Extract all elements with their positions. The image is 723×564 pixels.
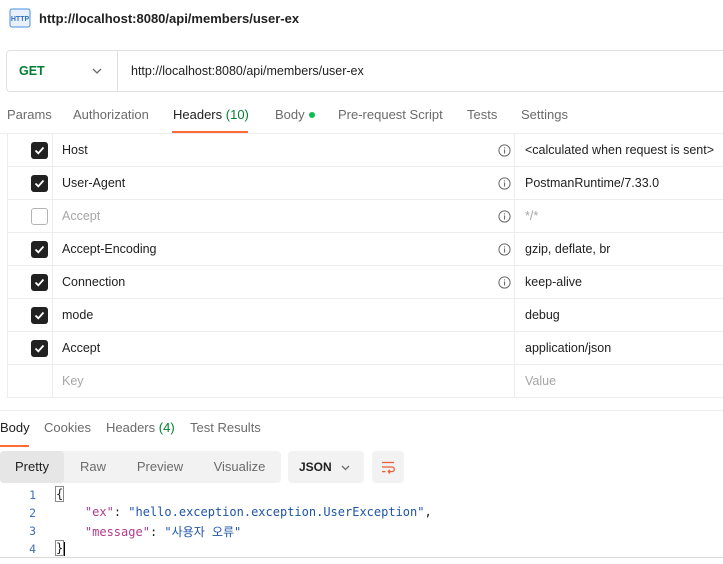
active-tab-indicator — [172, 131, 248, 133]
header-key[interactable]: Accept-Encoding — [62, 242, 157, 256]
json-comma: , — [424, 505, 432, 519]
line-number: 1 — [29, 488, 36, 502]
check-icon — [34, 311, 45, 320]
json-string: "hello.exception.exception.UserException… — [128, 505, 425, 519]
header-value[interactable]: application/json — [525, 341, 611, 355]
check-icon — [34, 245, 45, 254]
code-line: 3 "message": "사용자 오류" — [0, 522, 723, 540]
header-checkbox[interactable] — [31, 241, 48, 258]
response-tab-headers[interactable]: Headers (4) — [106, 420, 175, 435]
json-string: "사용자 오류" — [164, 525, 242, 539]
method-label: GET — [19, 64, 45, 78]
header-key[interactable]: Connection — [62, 275, 125, 289]
wrap-lines-icon — [382, 461, 395, 474]
json-brace: { — [54, 486, 65, 502]
http-file-icon: HTTP — [9, 8, 31, 28]
header-row: Accept-Encoding gzip, deflate, br — [7, 233, 723, 266]
header-value[interactable]: debug — [525, 308, 560, 322]
check-icon — [34, 179, 45, 188]
header-row: Host <calculated when request is sent> — [7, 134, 723, 167]
json-key: "ex" — [84, 505, 114, 519]
view-mode-selector: Pretty Raw Preview Visualize — [0, 451, 281, 483]
header-row: Accept */* — [7, 200, 723, 233]
info-icon[interactable] — [498, 276, 511, 289]
method-selector[interactable]: GET — [7, 51, 118, 91]
url-bar: GET http://localhost:8080/api/members/us… — [6, 50, 723, 92]
header-value[interactable]: */* — [525, 209, 538, 223]
request-title-bar: HTTP http://localhost:8080/api/members/u… — [0, 0, 723, 38]
new-header-row: Key Value — [7, 365, 723, 398]
header-key[interactable]: Host — [62, 143, 88, 157]
request-tabs: Params Authorization Headers (10) Body P… — [0, 100, 723, 134]
tab-params[interactable]: Params — [7, 107, 52, 122]
response-tab-headers-count: (4) — [158, 420, 175, 435]
response-tab-test-results[interactable]: Test Results — [190, 420, 261, 435]
header-checkbox[interactable] — [31, 274, 48, 291]
header-row: Accept application/json — [7, 332, 723, 365]
check-icon — [34, 146, 45, 155]
line-number: 3 — [29, 524, 36, 538]
check-icon — [34, 278, 45, 287]
json-brace: } — [54, 540, 65, 556]
header-key[interactable]: Accept — [62, 341, 100, 355]
header-value[interactable]: gzip, deflate, br — [525, 242, 610, 256]
response-tab-cookies[interactable]: Cookies — [44, 420, 91, 435]
text-caret — [63, 541, 65, 556]
format-dropdown[interactable]: JSON — [288, 451, 364, 483]
tab-authorization[interactable]: Authorization — [73, 107, 149, 122]
chevron-down-icon — [92, 68, 102, 74]
svg-text:HTTP: HTTP — [11, 16, 30, 23]
info-icon[interactable] — [498, 144, 511, 157]
header-value[interactable]: keep-alive — [525, 275, 582, 289]
line-number: 2 — [29, 506, 36, 520]
header-checkbox[interactable] — [31, 340, 48, 357]
tab-headers-count: (10) — [225, 107, 249, 122]
view-raw-button[interactable]: Raw — [64, 451, 122, 483]
header-key[interactable]: mode — [62, 308, 93, 322]
tab-tests[interactable]: Tests — [467, 107, 497, 122]
view-preview-button[interactable]: Preview — [122, 451, 198, 483]
response-body-editor[interactable]: 1 { 2 "ex": "hello.exception.exception.U… — [0, 486, 723, 564]
tab-settings[interactable]: Settings — [521, 107, 568, 122]
tab-body[interactable]: Body — [275, 107, 315, 122]
line-number: 4 — [29, 542, 36, 556]
chevron-down-icon — [341, 465, 350, 471]
header-checkbox[interactable] — [31, 208, 48, 225]
header-key[interactable]: User-Agent — [62, 176, 125, 190]
new-header-value-input[interactable]: Value — [525, 374, 556, 388]
body-indicator-dot — [308, 111, 315, 118]
tab-headers-label: Headers — [173, 107, 223, 122]
response-tab-body[interactable]: Body — [0, 420, 30, 435]
view-pretty-button[interactable]: Pretty — [0, 451, 64, 483]
header-checkbox[interactable] — [31, 142, 48, 159]
response-tabs: Body Cookies Headers (4) Test Results — [0, 410, 723, 447]
code-line: 1 { — [0, 486, 723, 504]
header-value[interactable]: <calculated when request is sent> — [525, 143, 714, 157]
tab-pre-request-script[interactable]: Pre-request Script — [338, 107, 443, 122]
active-response-tab-indicator — [0, 445, 29, 447]
wrap-lines-button[interactable] — [372, 451, 404, 483]
header-row: User-Agent PostmanRuntime/7.33.0 — [7, 167, 723, 200]
header-checkbox[interactable] — [31, 175, 48, 192]
tab-headers[interactable]: Headers (10) — [173, 107, 249, 122]
tab-body-label: Body — [275, 107, 305, 122]
header-checkbox[interactable] — [31, 307, 48, 324]
url-input[interactable]: http://localhost:8080/api/members/user-e… — [131, 64, 364, 78]
header-row: Connection keep-alive — [7, 266, 723, 299]
format-label: JSON — [299, 460, 332, 474]
view-visualize-button[interactable]: Visualize — [198, 451, 281, 483]
json-key: "message" — [84, 525, 150, 539]
check-icon — [34, 344, 45, 353]
response-tab-headers-label: Headers — [106, 420, 156, 435]
info-icon[interactable] — [498, 177, 511, 190]
code-line: 2 "ex": "hello.exception.exception.UserE… — [0, 504, 723, 522]
info-icon[interactable] — [498, 243, 511, 256]
header-row: mode debug — [7, 299, 723, 332]
request-title[interactable]: http://localhost:8080/api/members/user-e… — [39, 11, 299, 26]
info-icon[interactable] — [498, 210, 511, 223]
header-key[interactable]: Accept — [62, 209, 100, 223]
header-value[interactable]: PostmanRuntime/7.33.0 — [525, 176, 659, 190]
code-line: 4 } — [0, 540, 723, 558]
new-header-key-input[interactable]: Key — [62, 374, 84, 388]
